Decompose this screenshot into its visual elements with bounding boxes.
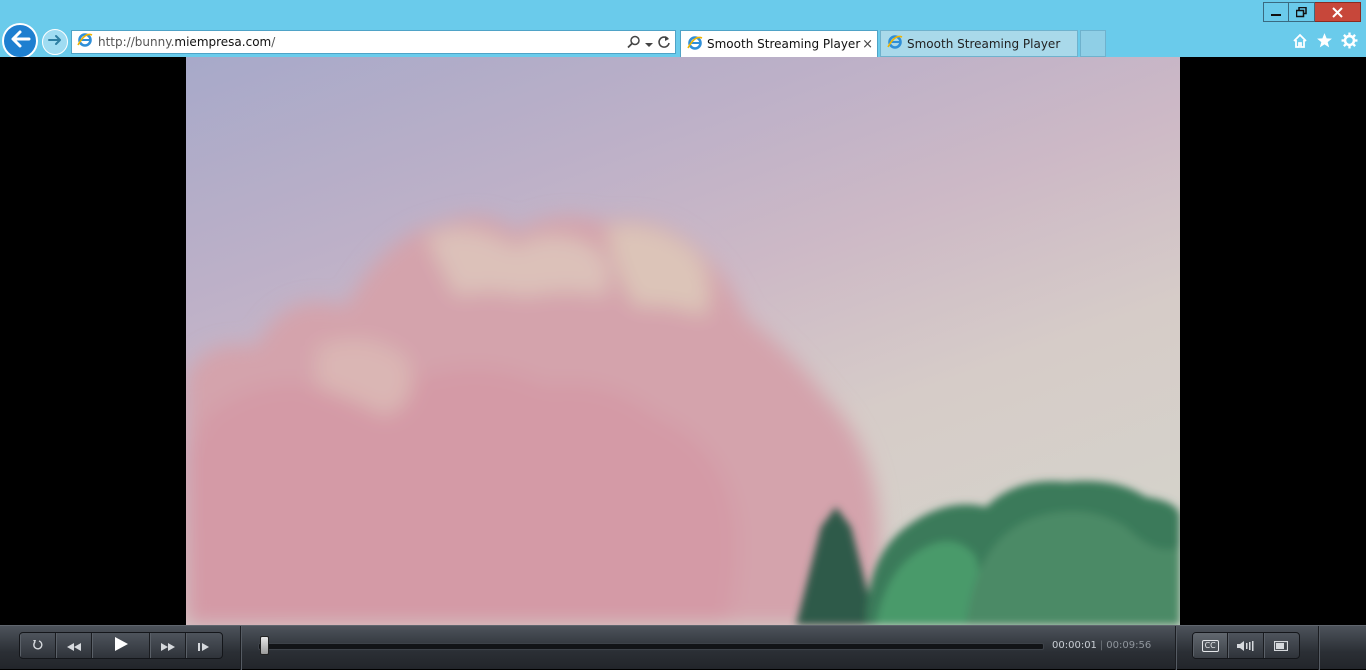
search-icon[interactable] xyxy=(627,34,641,53)
rewind-icon xyxy=(66,636,81,655)
video-viewport[interactable] xyxy=(0,57,1366,625)
tab-smooth-streaming-inactive[interactable]: Smooth Streaming Player xyxy=(880,30,1078,57)
replay-icon xyxy=(32,636,44,655)
minimize-icon xyxy=(1271,7,1281,17)
minimize-button[interactable] xyxy=(1263,2,1289,22)
tab-smooth-streaming-active[interactable]: Smooth Streaming Player × xyxy=(680,30,878,57)
home-icon[interactable] xyxy=(1292,33,1308,53)
url-scheme: http://bunny. xyxy=(98,35,175,49)
back-button[interactable] xyxy=(2,23,38,59)
close-window-button[interactable] xyxy=(1315,2,1361,22)
refresh-icon[interactable] xyxy=(657,34,671,53)
volume-icon xyxy=(1236,636,1255,655)
step-forward-button[interactable] xyxy=(186,633,222,658)
star-icon[interactable] xyxy=(1316,32,1333,53)
address-bar[interactable]: http://bunny.miempresa.com/ xyxy=(71,30,676,54)
step-forward-icon xyxy=(198,636,210,655)
browser-chrome: http://bunny.miempresa.com/ Smooth Strea… xyxy=(0,0,1366,59)
transport-controls xyxy=(19,632,223,659)
tab-label: Smooth Streaming Player xyxy=(907,36,1061,51)
duration: 00:09:56 xyxy=(1106,640,1152,651)
player-controls: 00:00:01 | 00:09:56 CC xyxy=(0,625,1366,670)
rewind-button[interactable] xyxy=(56,633,92,658)
time-display: 00:00:01 | 00:09:56 xyxy=(1052,640,1151,651)
fast-forward-button[interactable] xyxy=(150,633,186,658)
restore-icon xyxy=(1296,6,1307,18)
replay-button[interactable] xyxy=(20,633,56,658)
gear-icon[interactable] xyxy=(1341,32,1358,53)
window-controls xyxy=(1263,2,1361,22)
tab-label: Smooth Streaming Player xyxy=(707,37,861,51)
seek-bar[interactable] xyxy=(258,643,1044,650)
url-domain: miempresa.com xyxy=(174,35,272,49)
address-actions xyxy=(627,34,671,53)
address-url[interactable]: http://bunny.miempresa.com/ xyxy=(98,35,275,49)
browser-toolbar xyxy=(1292,32,1358,53)
forward-button[interactable] xyxy=(42,29,68,55)
play-icon xyxy=(114,636,128,655)
time-separator: | xyxy=(1099,640,1104,651)
video-frame[interactable] xyxy=(186,57,1180,625)
volume-button[interactable] xyxy=(1228,633,1264,658)
back-arrow-icon xyxy=(9,28,31,54)
seek-thumb[interactable] xyxy=(259,636,269,655)
forward-arrow-icon xyxy=(47,32,63,52)
controls-divider xyxy=(1175,626,1176,670)
ie-logo-icon xyxy=(887,34,903,53)
ie-logo-icon xyxy=(77,32,93,52)
close-icon xyxy=(1332,6,1343,18)
fullscreen-button[interactable] xyxy=(1264,633,1299,658)
fullscreen-icon xyxy=(1274,636,1289,655)
closed-captions-icon: CC xyxy=(1201,639,1219,652)
video-scene-clouds-trees xyxy=(186,216,1180,625)
tab-close-icon[interactable]: × xyxy=(862,37,873,52)
controls-divider xyxy=(1318,626,1319,670)
dropdown-arrow-icon[interactable] xyxy=(645,34,653,53)
controls-divider xyxy=(240,626,241,670)
ie-logo-icon xyxy=(687,35,703,54)
current-time: 00:00:01 xyxy=(1052,640,1097,651)
play-button[interactable] xyxy=(92,633,150,658)
url-path: / xyxy=(271,35,276,49)
new-tab-button[interactable] xyxy=(1080,30,1106,57)
closed-captions-button[interactable]: CC xyxy=(1193,633,1229,658)
restore-button[interactable] xyxy=(1289,2,1315,22)
fast-forward-icon xyxy=(160,636,175,655)
media-options: CC xyxy=(1192,632,1300,659)
